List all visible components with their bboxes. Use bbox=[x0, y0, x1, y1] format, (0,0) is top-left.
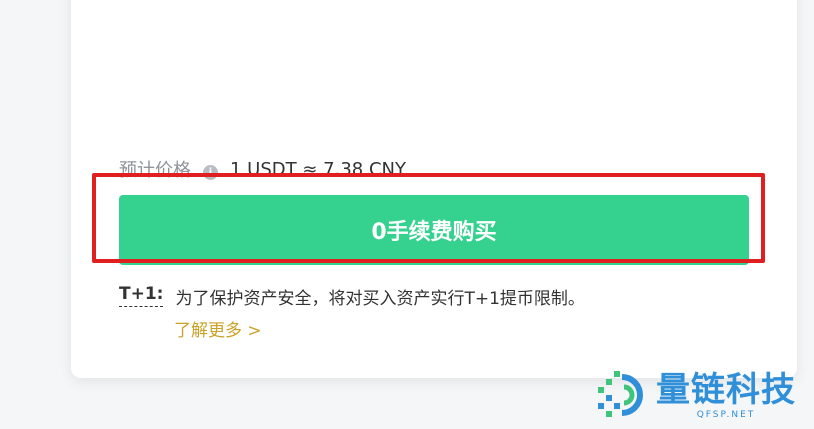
t1-notice: T+1: 为了保护资产安全，将对买入资产实行T+1提币限制。 bbox=[119, 284, 585, 309]
estimated-price-label: 预计价格 bbox=[119, 160, 191, 181]
watermark-logo-icon bbox=[598, 371, 643, 417]
info-icon[interactable]: i bbox=[203, 164, 218, 180]
watermark-name-en: QFSP.NET bbox=[696, 410, 756, 420]
estimated-price-value: 1 USDT ≈ 7.38 CNY bbox=[230, 158, 406, 180]
watermark: 量链科技 QFSP.NET bbox=[594, 367, 796, 423]
zero-fee-buy-button[interactable]: 0手续费购买 bbox=[119, 195, 749, 265]
estimated-price-row: 预计价格 i 1 USDT ≈ 7.38 CNY bbox=[119, 156, 406, 182]
learn-more-link[interactable]: 了解更多 > bbox=[174, 316, 262, 341]
t1-notice-text: 为了保护资产安全，将对买入资产实行T+1提币限制。 bbox=[175, 289, 585, 309]
watermark-name-cn: 量链科技 bbox=[656, 370, 796, 410]
t1-notice-label[interactable]: T+1: bbox=[119, 284, 164, 307]
